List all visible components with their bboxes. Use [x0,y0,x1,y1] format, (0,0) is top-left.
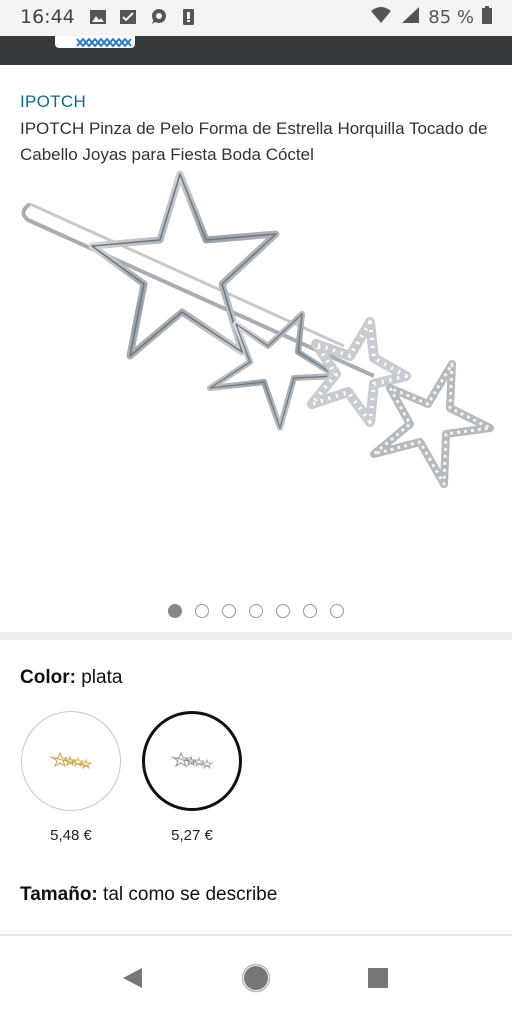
carousel-dot-5[interactable] [276,604,290,618]
status-right: 85 % [370,6,492,29]
swatch-price-dorado: 5,48 € [50,827,92,844]
app-logo[interactable] [55,36,135,48]
battery-icon [482,6,492,29]
wifi-icon [370,6,392,29]
recent-square-icon [366,966,390,995]
navigation-bar [0,936,512,1024]
image-icon [88,7,108,27]
notification-icons [88,7,198,27]
back-triangle-icon [120,966,144,995]
swatch-price-plata: 5,27 € [171,827,213,844]
size-selector-label[interactable]: Tamaño: tal como se describe [20,884,277,906]
chat-icon [148,7,168,27]
color-swatch-dorado[interactable] [21,711,121,811]
home-circle-icon [241,963,271,998]
sim-icon [178,7,198,27]
color-label: Color: [20,667,76,688]
carousel-dot-6[interactable] [303,604,317,618]
battery-percent: 85 % [428,7,474,28]
image-carousel-dots [0,604,512,618]
section-divider [0,632,512,640]
carousel-dot-2[interactable] [195,604,209,618]
carousel-dot-7[interactable] [330,604,344,618]
product-title: IPOTCH Pinza de Pelo Forma de Estrella H… [20,119,488,164]
carousel-dot-3[interactable] [222,604,236,618]
back-button[interactable] [116,964,148,996]
color-value: plata [81,667,123,688]
brand-link[interactable]: IPOTCH [20,92,86,112]
color-swatch-plata[interactable] [142,711,242,811]
home-button[interactable] [240,963,272,998]
product-image[interactable] [14,166,498,496]
status-bar: 16:44 85 % [0,0,512,36]
app-header [0,36,512,65]
size-value: tal como se describe [103,884,278,905]
status-time: 16:44 [20,6,75,28]
color-selector-label: Color: plata [20,667,122,689]
recent-apps-button[interactable] [362,964,394,996]
carousel-dot-4[interactable] [249,604,263,618]
size-label: Tamaño: [20,884,98,905]
carousel-dot-1[interactable] [168,604,182,618]
check-app-icon [118,7,138,27]
signal-icon [400,6,420,29]
